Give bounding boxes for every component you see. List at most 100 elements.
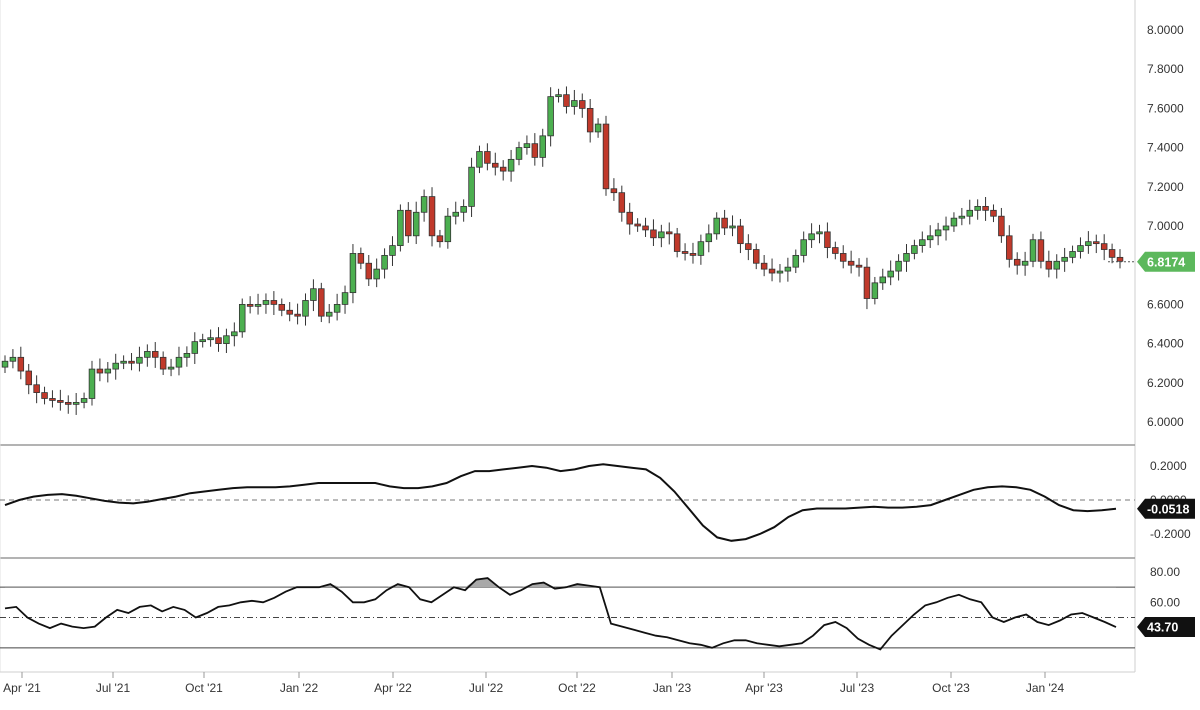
candle-down — [824, 231, 831, 248]
candle-down — [492, 162, 499, 168]
rsi-overbought-fill — [5, 578, 1116, 588]
x-tick-label: Jul '21 — [96, 681, 131, 695]
candle-up — [420, 196, 428, 213]
candle-up — [341, 292, 349, 305]
candle-up — [452, 211, 459, 217]
candle-up — [310, 288, 317, 301]
x-tick-label: Apr '22 — [374, 681, 412, 695]
candle-down — [318, 288, 325, 317]
candle-up — [800, 239, 807, 256]
candle-down — [270, 300, 278, 305]
chart-svg: 6.00006.20006.40006.60006.80007.00007.20… — [0, 0, 1195, 695]
candle-up — [1029, 239, 1037, 262]
oscillator-panel: 0.20000.0000-0.2000 — [0, 459, 1191, 542]
candle-up — [88, 368, 96, 399]
candle-up — [167, 366, 175, 370]
candle-down — [618, 192, 626, 213]
rsi-line — [4, 577, 1117, 651]
candle-up — [120, 360, 127, 364]
candle-down — [41, 392, 48, 399]
candle-up — [460, 205, 467, 213]
candle-down — [357, 253, 365, 264]
candle-down — [768, 268, 776, 274]
candle-up — [966, 209, 973, 217]
candle-down — [484, 151, 491, 164]
oscillator-line — [4, 463, 1117, 542]
candle-up — [539, 135, 546, 158]
candle-down — [96, 368, 104, 374]
candle-down — [278, 303, 286, 311]
candle-down — [405, 209, 412, 237]
candle-up — [784, 266, 792, 272]
candle-up — [175, 356, 183, 368]
rsi-tick-label: 60.00 — [1150, 595, 1180, 609]
candle-up — [713, 217, 720, 235]
candle-up — [974, 205, 981, 211]
candle-up — [816, 231, 823, 235]
price-tick-label: 6.6000 — [1147, 297, 1184, 311]
candle-up — [950, 217, 958, 227]
x-tick-label: Jan '23 — [653, 681, 692, 695]
candle-up — [776, 270, 784, 274]
candle-down — [531, 143, 539, 158]
candle-up — [1, 360, 9, 368]
candle-up — [523, 143, 531, 148]
candle-up — [895, 260, 902, 272]
x-tick-label: Oct '21 — [185, 681, 223, 695]
candle-down — [1006, 235, 1013, 260]
candle-up — [729, 225, 736, 229]
candle-up — [444, 215, 452, 243]
candle-down — [634, 223, 641, 227]
candle-down — [65, 401, 72, 405]
candle-down — [246, 303, 254, 307]
candle-down — [721, 217, 728, 229]
price-badge: 6.8174 — [1137, 251, 1195, 272]
candle-up — [468, 166, 475, 207]
candle-down — [642, 225, 649, 231]
candle-up — [349, 253, 357, 294]
candle-up — [231, 331, 238, 337]
candle-down — [990, 209, 997, 217]
rsi-panel: 80.00 60.00 — [0, 565, 1180, 651]
x-tick-label: Jan '22 — [280, 681, 319, 695]
candle-up — [104, 368, 112, 374]
candle-up — [9, 356, 17, 362]
price-tick-label: 6.2000 — [1147, 376, 1184, 390]
candle-down — [626, 211, 633, 225]
rsi-badge-text: 43.70 — [1147, 621, 1178, 635]
candle-up — [223, 335, 230, 345]
candle-up — [658, 231, 665, 239]
candle-down — [1116, 256, 1124, 262]
x-axis: Apr '21 Jul '21 Oct '21 Jan '22 Apr '22 Jul '… — [0, 671, 1135, 695]
price-tick-label: 7.4000 — [1147, 141, 1184, 155]
candle-up — [507, 158, 515, 172]
candle-up — [1061, 256, 1068, 262]
candle-down — [428, 196, 436, 237]
candle-up — [238, 303, 246, 333]
candle-up — [476, 151, 483, 168]
candle-down — [286, 309, 293, 315]
candle-up — [191, 341, 199, 354]
candle-up — [254, 303, 262, 307]
candle-down — [152, 351, 159, 358]
candle-up — [72, 401, 80, 405]
candle-up — [887, 270, 894, 278]
candle-up — [199, 339, 206, 343]
candle-down — [49, 398, 56, 401]
candle-down — [294, 313, 301, 317]
oscillator-badge: -0.0518 — [1137, 498, 1195, 519]
candle-down — [855, 264, 863, 268]
candle-up — [1053, 260, 1060, 270]
candle-down — [689, 253, 697, 256]
price-badge-text: 6.8174 — [1147, 255, 1185, 269]
candle-up — [207, 337, 214, 341]
candle-down — [610, 188, 618, 194]
osc-tick-label: 0.2000 — [1150, 459, 1187, 473]
candle-down — [863, 266, 871, 299]
candle-up — [262, 300, 270, 305]
candle-up — [942, 225, 950, 231]
candle-up — [302, 300, 309, 317]
candle-down — [17, 356, 25, 372]
candle-up — [697, 241, 705, 256]
candle-down — [25, 370, 32, 386]
